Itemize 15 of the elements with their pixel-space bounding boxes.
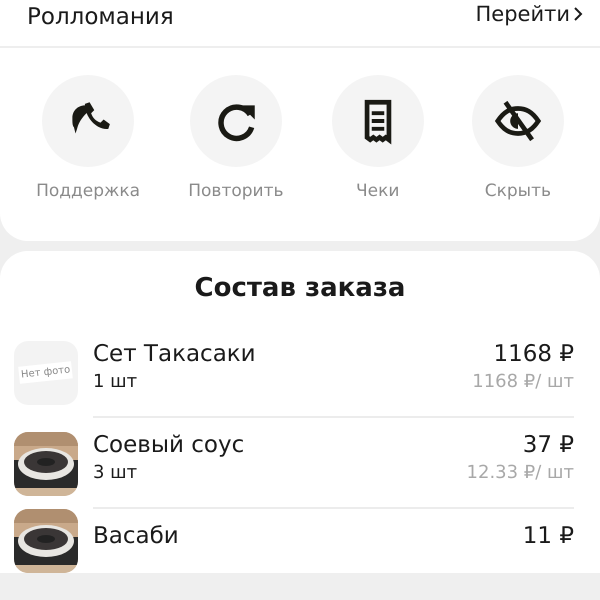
unit-price: 12.33 ₽/ шт xyxy=(466,462,574,483)
go-link[interactable]: Перейти xyxy=(476,2,584,26)
item-total: 11 ₽ xyxy=(522,523,574,549)
no-photo-label: Нет фото xyxy=(18,361,74,384)
item-quantity: 1 шт xyxy=(93,371,138,392)
item-total: 1168 ₽ xyxy=(494,341,574,367)
item-total: 37 ₽ xyxy=(522,432,574,458)
item-name: Васаби xyxy=(93,523,179,549)
restaurant-name: Ролломания xyxy=(27,4,174,30)
item-name: Соевый соус xyxy=(93,432,244,458)
section-title: Состав заказа xyxy=(194,273,406,303)
unit-price: 1168 ₽/ шт xyxy=(472,371,574,392)
item-quantity: 3 шт xyxy=(93,462,138,483)
item-name: Сет Такасаки xyxy=(93,341,256,367)
chevron-icon xyxy=(572,6,584,22)
